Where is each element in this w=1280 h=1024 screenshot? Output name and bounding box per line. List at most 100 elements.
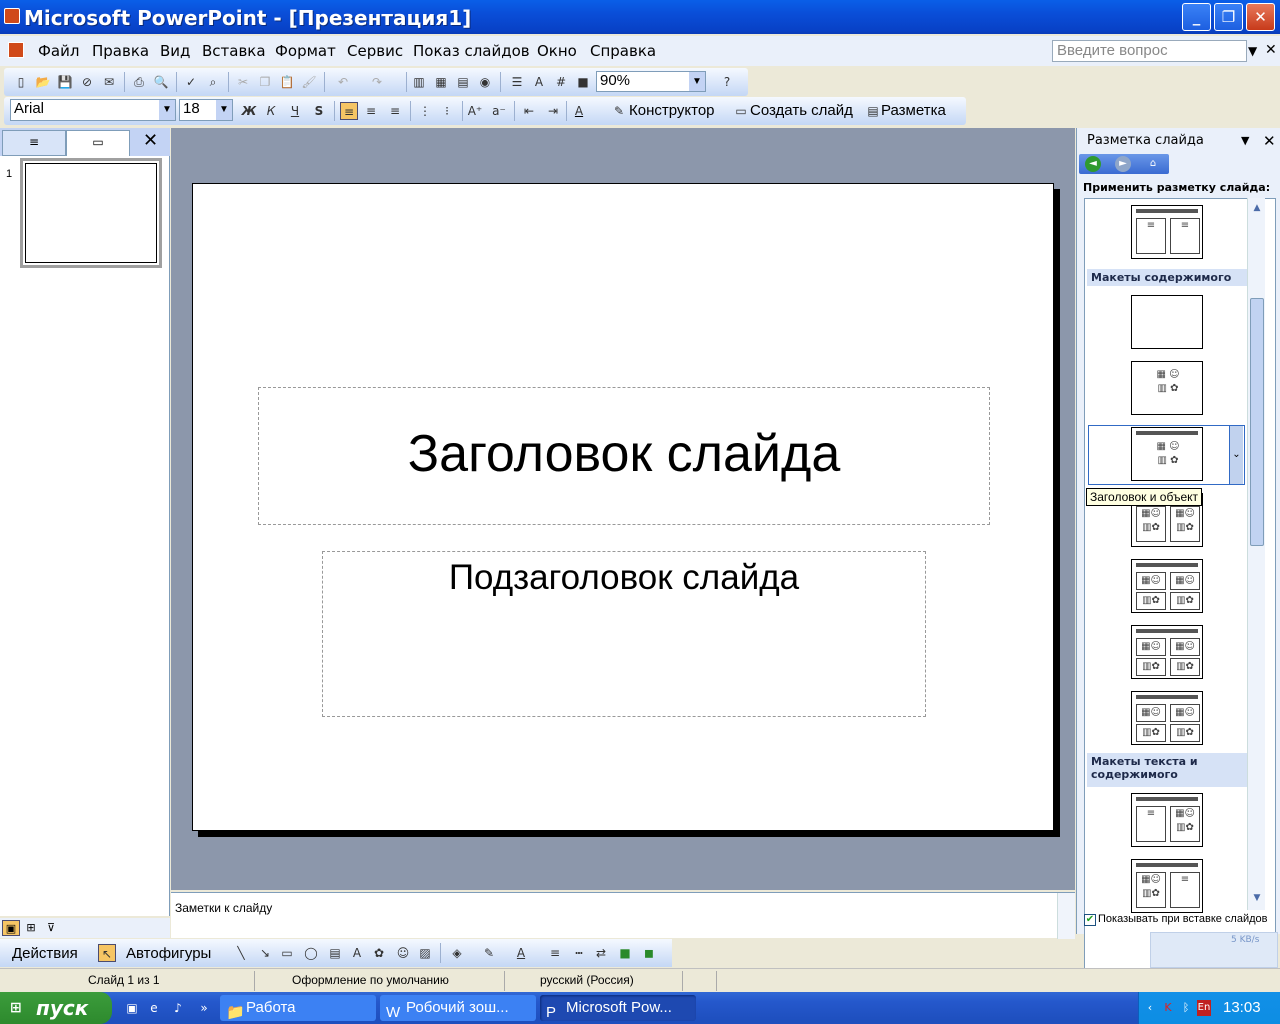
menu-format[interactable]: Формат: [275, 42, 336, 60]
clip-art-icon[interactable]: ☺: [394, 944, 412, 962]
decrease-font-icon[interactable]: a⁻: [490, 102, 508, 120]
forward-icon[interactable]: ►: [1115, 156, 1131, 172]
notes-placeholder[interactable]: Заметки к слайду: [175, 901, 272, 915]
email-icon[interactable]: ✉: [100, 73, 118, 91]
permission-icon[interactable]: ⊘: [78, 73, 96, 91]
3d-style-icon[interactable]: ◼: [640, 944, 658, 962]
fill-color-icon[interactable]: ◈: [448, 944, 466, 962]
maximize-button[interactable]: ❐: [1214, 3, 1243, 31]
tab-outline[interactable]: ≡: [2, 130, 66, 156]
antivirus-icon[interactable]: K: [1161, 1000, 1175, 1016]
align-left-icon[interactable]: ≡: [340, 102, 358, 120]
align-center-icon[interactable]: ≡: [362, 102, 380, 120]
minimize-button[interactable]: _: [1182, 3, 1211, 31]
print-preview-icon[interactable]: 🔍: [152, 73, 170, 91]
show-on-insert-checkbox[interactable]: ✔: [1084, 914, 1096, 926]
copy-icon[interactable]: ❐: [256, 73, 274, 91]
layout-title-and-content[interactable]: ▦ ☺ ▥ ✿: [1131, 427, 1203, 481]
tab-slides[interactable]: ▭: [66, 130, 130, 156]
line-style-icon[interactable]: ≡: [546, 944, 564, 962]
notes-scrollbar[interactable]: [1057, 893, 1075, 939]
menu-window[interactable]: Окно: [537, 42, 577, 60]
show-grid-icon[interactable]: #: [552, 73, 570, 91]
zoom-select[interactable]: 90% ▼: [596, 71, 706, 92]
close-icon[interactable]: ✕: [143, 130, 158, 151]
open-folder-icon[interactable]: 📂: [34, 73, 52, 91]
save-icon[interactable]: 💾: [56, 73, 74, 91]
taskbar-item-folder[interactable]: 📁 Работа: [220, 995, 376, 1021]
layout-title-2-content-and-content[interactable]: ▦☺ ▦☺ ▥✿ ▥✿: [1131, 625, 1203, 679]
quicklaunch-expand-icon[interactable]: »: [196, 1000, 212, 1016]
new-slide-icon[interactable]: ▭: [732, 102, 750, 120]
normal-view-icon[interactable]: ▣: [2, 920, 20, 936]
start-button[interactable]: ⊞ пуск: [0, 992, 112, 1024]
expand-all-icon[interactable]: ☰: [508, 73, 526, 91]
format-painter-icon[interactable]: 🖌: [300, 73, 318, 91]
new-document-icon[interactable]: ▯: [12, 73, 30, 91]
show-formatting-icon[interactable]: A: [530, 73, 548, 91]
spelling-icon[interactable]: ✓: [182, 73, 200, 91]
autoshapes-menu[interactable]: Автофигуры: [126, 945, 211, 962]
insert-hyperlink-icon[interactable]: ◉: [476, 73, 494, 91]
paste-icon[interactable]: 📋: [278, 73, 296, 91]
shadow-button[interactable]: S: [310, 102, 328, 120]
layout-title-content-and-2-content[interactable]: ▦☺ ▦☺ ▥✿ ▥✿: [1131, 559, 1203, 613]
scrollbar-thumb[interactable]: [1250, 298, 1264, 546]
slide-title[interactable]: Заголовок слайда: [258, 424, 990, 484]
bulleted-list-icon[interactable]: ⁝: [438, 102, 456, 120]
shadow-style-icon[interactable]: ■: [616, 944, 634, 962]
slide-sorter-icon[interactable]: ⊞: [22, 920, 40, 936]
menu-help[interactable]: Справка: [590, 42, 656, 60]
ask-question-input[interactable]: Введите вопрос: [1052, 40, 1247, 62]
layout-title-content-and-text[interactable]: ▦☺ ▥✿ ≡: [1131, 859, 1203, 913]
insert-picture-icon[interactable]: ▨: [416, 944, 434, 962]
language-indicator[interactable]: En: [1197, 1000, 1211, 1016]
actions-menu[interactable]: Действия: [12, 945, 78, 962]
layout-blank[interactable]: [1131, 295, 1203, 349]
slide-subtitle[interactable]: Подзаголовок слайда: [322, 558, 926, 598]
italic-button[interactable]: К: [262, 102, 280, 120]
chevron-down-icon[interactable]: ▼: [689, 72, 705, 91]
menu-file[interactable]: Файл: [38, 42, 79, 60]
scroll-down-icon[interactable]: ▼: [1250, 890, 1264, 906]
print-icon[interactable]: ⎙: [130, 73, 148, 91]
layout-button[interactable]: Разметка: [881, 102, 946, 119]
close-icon[interactable]: ✕: [1263, 132, 1276, 150]
show-desktop-icon[interactable]: ▣: [124, 1000, 140, 1016]
layout-title-text-and-content[interactable]: ≡ ▦☺ ▥✿: [1131, 793, 1203, 847]
designer-icon[interactable]: ✎: [610, 102, 628, 120]
underline-button[interactable]: Ч: [286, 102, 304, 120]
menu-slideshow[interactable]: Показ слайдов: [413, 42, 530, 60]
taskbar-item-word[interactable]: W Робочий зош...: [380, 995, 536, 1021]
menu-view[interactable]: Вид: [160, 42, 190, 60]
notes-pane[interactable]: Заметки к слайду: [171, 892, 1075, 939]
back-icon[interactable]: ◄: [1085, 156, 1101, 172]
insert-chart-icon[interactable]: ▥: [410, 73, 428, 91]
help-icon[interactable]: ?: [718, 73, 736, 91]
line-color-icon[interactable]: ✎: [480, 944, 498, 962]
cut-icon[interactable]: ✂: [234, 73, 252, 91]
layout-content[interactable]: ▦ ☺ ▥ ✿: [1131, 361, 1203, 415]
chevron-down-icon[interactable]: ▼: [159, 100, 175, 120]
tables-borders-icon[interactable]: ▤: [454, 73, 472, 91]
chevron-down-icon[interactable]: ⌄: [1229, 426, 1243, 484]
font-color-icon[interactable]: A: [570, 102, 588, 120]
text-box-icon[interactable]: ▤: [326, 944, 344, 962]
line-icon[interactable]: ╲: [232, 944, 250, 962]
insert-table-icon[interactable]: ▦: [432, 73, 450, 91]
slide-thumbnail[interactable]: [20, 158, 162, 268]
menu-insert[interactable]: Вставка: [202, 42, 266, 60]
arrow-icon[interactable]: ↘: [256, 944, 274, 962]
dash-style-icon[interactable]: ┅: [570, 944, 588, 962]
home-icon[interactable]: ⌂: [1145, 156, 1161, 172]
task-pane-scrollbar[interactable]: ▲ ▼: [1247, 198, 1265, 910]
layout-two-column-text[interactable]: ≡ ≡: [1131, 205, 1203, 259]
undo-icon[interactable]: ↶: [334, 73, 352, 91]
document-icon[interactable]: [8, 42, 24, 58]
font-size-select[interactable]: 18 ▼: [179, 99, 233, 121]
align-right-icon[interactable]: ≡: [386, 102, 404, 120]
bluetooth-icon[interactable]: ᛒ: [1179, 1000, 1193, 1016]
layout-title-and-4-content[interactable]: ▦☺ ▦☺ ▥✿ ▥✿: [1131, 691, 1203, 745]
increase-indent-icon[interactable]: ⇥: [544, 102, 562, 120]
close-button[interactable]: ✕: [1246, 3, 1275, 31]
